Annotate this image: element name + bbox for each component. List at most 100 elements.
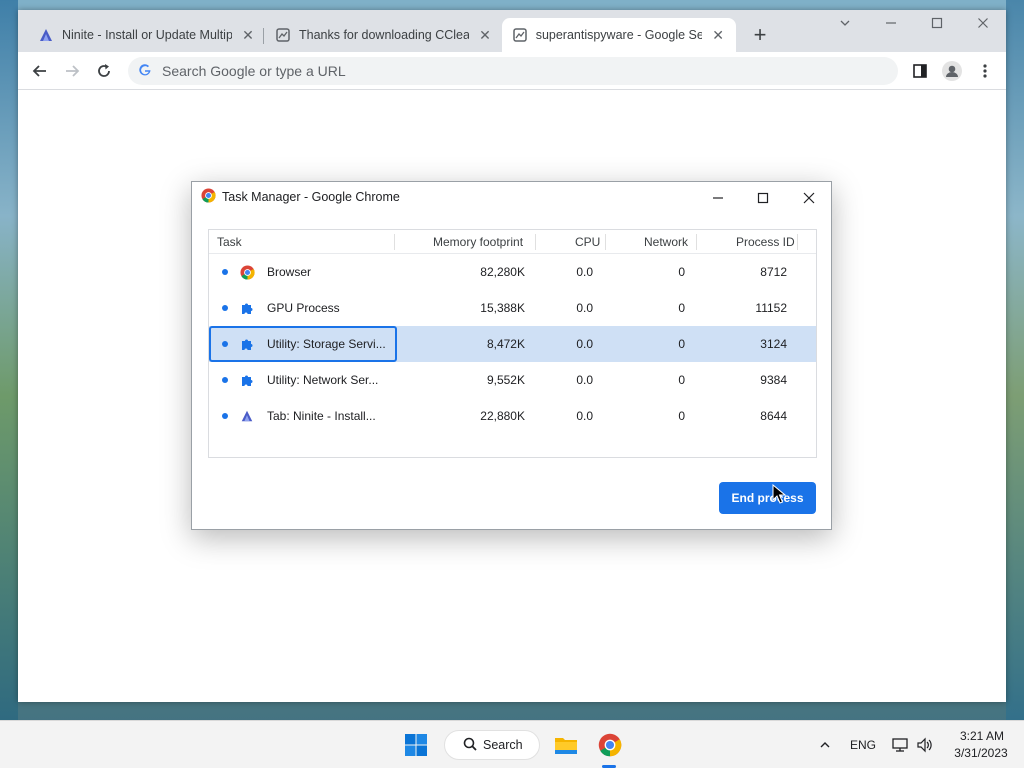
row-bullet [222,377,228,383]
row-network: 0 [678,265,685,279]
row-task: GPU Process [267,301,340,315]
end-process-button[interactable]: End process [719,482,816,514]
table-header: Task Memory footprint CPU Network Proces… [209,230,816,254]
table-row[interactable]: GPU Process 15,388K 0.0 0 11152 [209,290,816,326]
row-memory: 22,880K [480,409,525,423]
row-memory: 8,472K [486,337,525,351]
network-icon[interactable] [890,729,910,761]
maximize-icon[interactable] [753,188,773,208]
row-process-id: 3124 [760,337,787,351]
tab-title: Ninite - Install or Update Multipl [62,28,232,42]
row-process-id: 8712 [760,265,787,279]
row-memory: 9,552K [486,373,525,387]
tab-close-icon[interactable]: ✕ [240,27,256,44]
file-explorer-icon[interactable] [550,729,582,761]
row-task: Utility: Network Ser... [267,373,379,387]
omnibox[interactable]: Search Google or type a URL [128,57,898,85]
column-header-task[interactable]: Task [217,235,242,249]
google-g-icon [138,63,152,80]
reload-icon[interactable] [92,59,116,83]
volume-icon[interactable] [914,729,934,761]
puzzle-icon [239,300,255,316]
row-cpu: 0.0 [576,265,593,279]
row-bullet [222,413,228,419]
row-task: Browser [267,265,312,279]
chrome-icon [239,264,255,280]
forward-arrow-icon[interactable] [60,59,84,83]
language-indicator[interactable]: ENG [850,738,876,752]
row-network: 0 [678,337,685,351]
profile-avatar-icon[interactable] [940,59,964,83]
row-cpu: 0.0 [576,301,593,315]
chrome-taskbar-icon[interactable] [594,729,626,761]
clock-date[interactable]: 3/31/2023 [950,746,1012,760]
minimize-icon[interactable] [708,188,728,208]
row-network: 0 [678,409,685,423]
table-row[interactable]: Tab: Ninite - Install... 22,880K 0.0 0 8… [209,398,816,434]
task-manager-dialog: Task Manager - Google Chrome Task Memory… [191,181,832,530]
ninite-icon [239,408,255,424]
row-cpu: 0.0 [576,409,593,423]
tab-close-icon[interactable]: ✕ [710,27,726,44]
back-arrow-icon[interactable] [28,59,52,83]
row-memory: 82,280K [480,265,525,279]
minimize-icon[interactable] [879,16,903,32]
omnibox-placeholder: Search Google or type a URL [162,63,346,79]
maximize-icon[interactable] [925,16,949,32]
column-header-process-id[interactable]: Process ID [736,235,795,249]
puzzle-icon [239,372,255,388]
taskbar-search[interactable]: Search [444,730,540,760]
task-manager-titlebar: Task Manager - Google Chrome [192,182,831,212]
row-network: 0 [678,301,685,315]
chevron-up-icon[interactable] [814,729,836,761]
close-icon[interactable] [799,188,819,208]
tab-title: superantispyware - Google Sear [535,28,703,42]
column-header-cpu[interactable]: CPU [575,235,600,249]
side-panel-icon[interactable] [908,59,932,83]
tab-title: Thanks for downloading CCleane [299,28,469,42]
row-cpu: 0.0 [576,373,593,387]
close-icon[interactable] [971,16,995,32]
tab-divider [263,28,264,44]
column-divider [605,234,606,250]
windows-start-icon[interactable] [400,729,432,761]
puzzle-icon [239,336,255,352]
column-divider [535,234,536,250]
row-bullet [222,305,228,311]
process-table: Task Memory footprint CPU Network Proces… [208,229,817,458]
new-tab-button[interactable]: + [748,24,772,46]
column-divider [394,234,395,250]
desktop-background-left [0,0,18,720]
table-row[interactable]: Browser 82,280K 0.0 0 8712 [209,254,816,290]
row-task: Tab: Ninite - Install... [267,409,376,423]
tab-strip: Ninite - Install or Update Multipl ✕ Tha… [18,10,1006,52]
column-header-network[interactable]: Network [644,235,688,249]
column-header-memory[interactable]: Memory footprint [433,235,523,249]
chevron-down-icon[interactable] [833,16,857,32]
table-row[interactable]: Utility: Network Ser... 9,552K 0.0 0 938… [209,362,816,398]
task-manager-title: Task Manager - Google Chrome [222,190,400,204]
clock-time[interactable]: 3:21 AM [957,729,1007,743]
row-network: 0 [678,373,685,387]
more-menu-icon[interactable] [973,59,997,83]
column-divider [797,234,798,250]
taskbar-search-label: Search [483,738,523,752]
page-icon [512,27,528,43]
tab-ccleaner[interactable]: Thanks for downloading CCleane ✕ [265,18,503,52]
tab-close-icon[interactable]: ✕ [477,27,493,44]
row-memory: 15,388K [480,301,525,315]
row-task: Utility: Storage Servi... [267,337,386,351]
tab-superantispyware[interactable]: superantispyware - Google Sear ✕ [502,18,736,52]
row-bullet [222,341,228,347]
taskbar: Search ENG 3:21 AM 3/31/2023 [0,720,1024,768]
row-process-id: 11152 [755,301,787,315]
page-icon [275,27,291,43]
tab-ninite[interactable]: Ninite - Install or Update Multipl ✕ [28,18,266,52]
mouse-cursor-icon [772,483,787,504]
column-divider [696,234,697,250]
toolbar: Search Google or type a URL [18,52,1006,90]
chrome-icon [201,188,216,206]
row-cpu: 0.0 [576,337,593,351]
row-bullet [222,269,228,275]
table-row-selected[interactable]: Utility: Storage Servi... 8,472K 0.0 0 3… [209,326,816,362]
